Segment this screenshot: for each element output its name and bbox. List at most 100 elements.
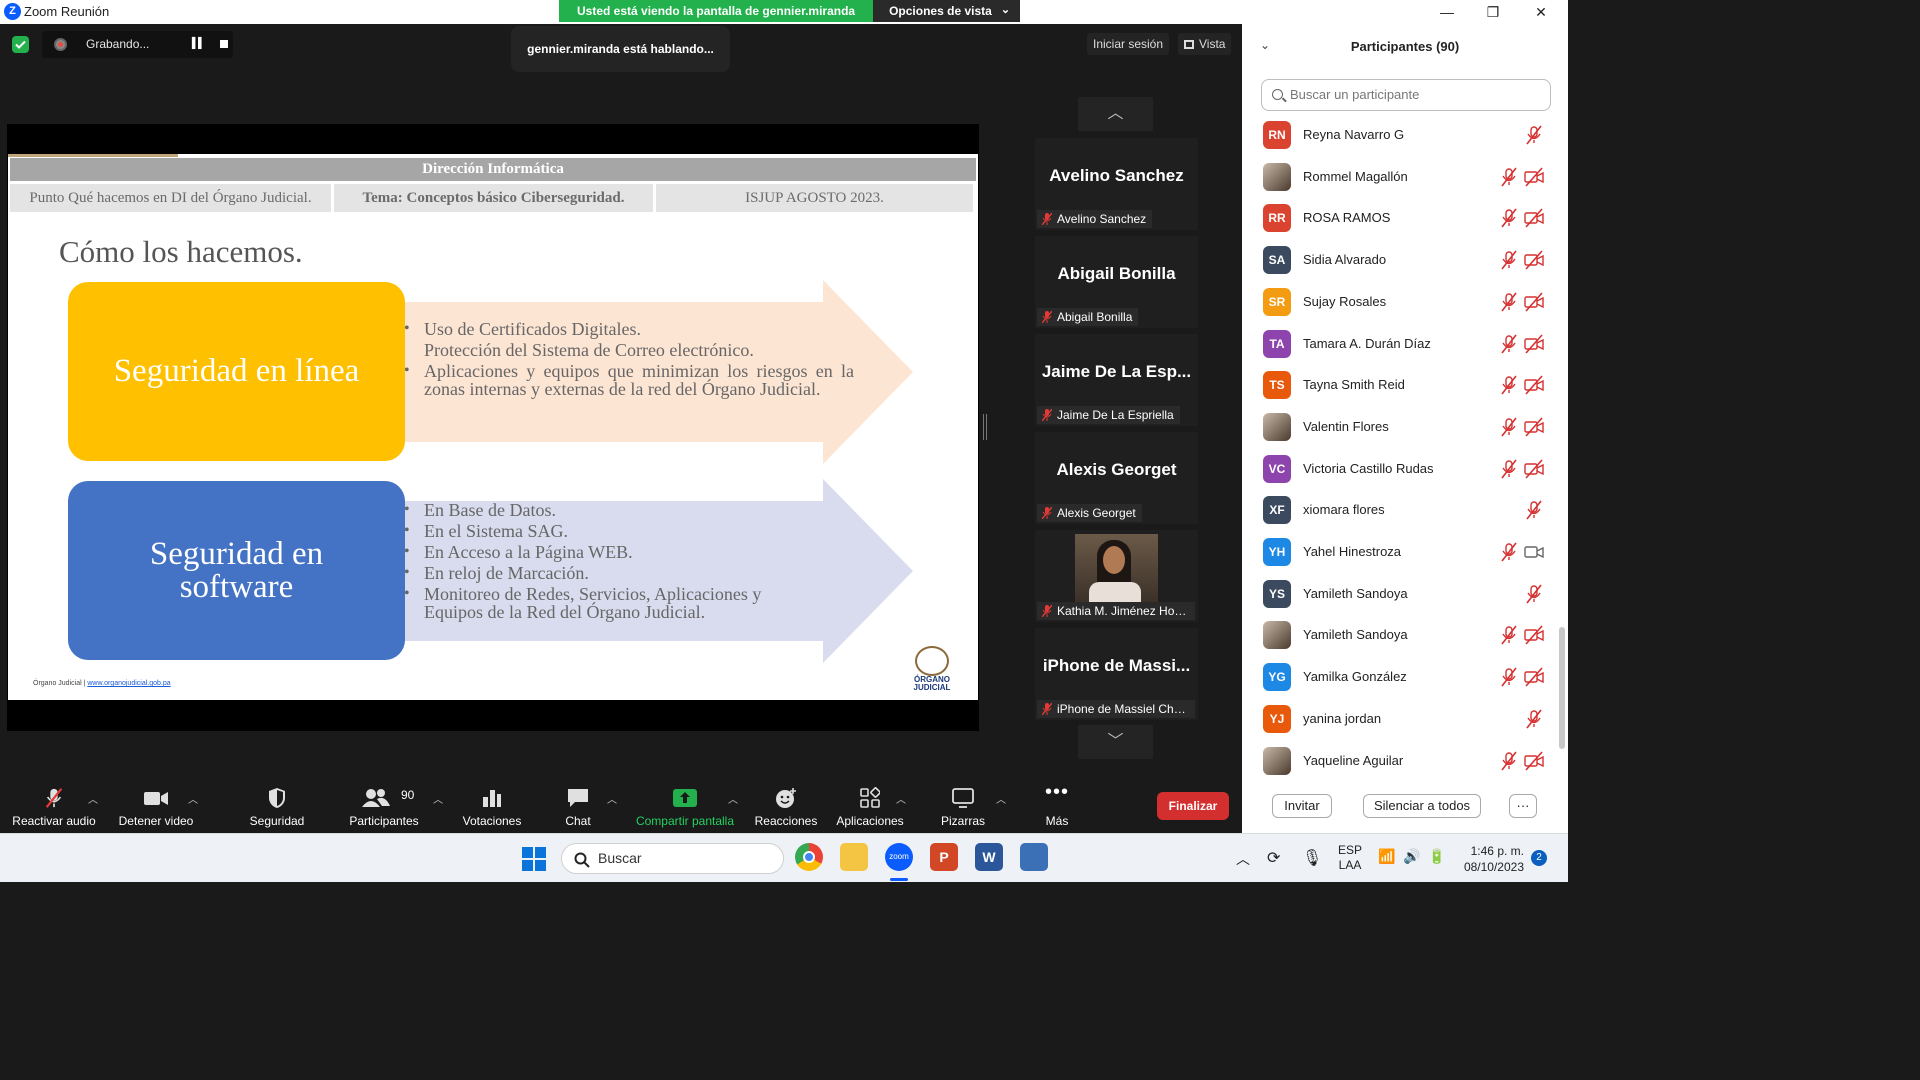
taskbar-search[interactable]: Buscar [561,843,784,874]
muted-mic-icon [1042,703,1052,715]
windows-taskbar: Buscar zoom P W ︿ ⟳ 🎙 ESP LAA 📶 🔊 🔋 1:46 … [0,833,1568,882]
invite-button[interactable]: Invitar [1272,794,1332,818]
participant-avatar: YG [1263,663,1291,692]
end-meeting-button[interactable]: Finalizar [1157,792,1229,820]
chat-button[interactable]: Chat [553,781,603,833]
participant-row[interactable]: Valentin Flores [1242,407,1568,448]
bullet-item: En reloj de Marcación. [404,564,824,582]
participant-avatar: TS [1263,371,1291,400]
muted-mic-icon [1499,167,1519,187]
unmute-audio-label: Reactivar audio [12,814,96,828]
chrome-icon[interactable] [795,843,823,871]
encryption-shield-icon[interactable] [12,36,29,53]
remote-desktop-icon[interactable] [1020,843,1048,871]
word-icon[interactable]: W [975,843,1003,871]
participant-name: Yaqueline Aguilar [1303,752,1404,768]
muted-mic-icon [1524,709,1544,729]
close-button[interactable]: ✕ [1526,2,1556,22]
participant-row[interactable]: TS Tayna Smith Reid [1242,365,1568,406]
video-thumbnail[interactable]: iPhone de Massi... iPhone de Massiel Chá… [1035,628,1198,720]
volume-icon[interactable]: 🔊 [1403,848,1420,865]
participant-avatar [1263,412,1291,441]
muted-mic-icon [1499,667,1519,687]
participant-row[interactable]: YH Yahel Hinestroza [1242,532,1568,573]
participant-name: Yamilka González [1303,669,1407,685]
participant-search-input[interactable]: Buscar un participante [1261,79,1551,111]
participant-row[interactable]: SR Sujay Rosales [1242,282,1568,323]
scroll-down-button[interactable]: ﹀ [1078,725,1153,759]
reactions-button[interactable]: Reacciones [752,781,820,833]
more-dots-icon: ••• [1044,781,1070,803]
microphone-icon[interactable]: 🎙 [1302,848,1322,868]
participants-button[interactable]: 90 Participantes [343,781,425,833]
zoom-app-icon[interactable]: zoom [885,843,913,871]
whiteboards-label: Pizarras [940,814,985,828]
thumbnail-tag: Avelino Sanchez [1037,210,1153,228]
file-explorer-icon[interactable] [840,843,868,871]
participant-row[interactable]: Rommel Magallón [1242,157,1568,198]
participant-row[interactable]: YG Yamilka González [1242,657,1568,698]
restore-button[interactable]: ❐ [1478,2,1508,22]
polls-button[interactable]: Votaciones [457,781,527,833]
audio-options-caret[interactable]: ︿ [88,791,98,806]
muted-mic-icon [1042,605,1052,617]
slide-footer: Órgano Judicial | www.organojudicial.gob… [33,680,171,687]
participant-row[interactable]: RN Reyna Navarro G [1242,115,1568,156]
participant-row[interactable]: XF xiomara flores [1242,490,1568,531]
powerpoint-icon[interactable]: P [930,843,958,871]
whiteboards-button[interactable]: Pizarras [932,781,994,833]
video-thumbnail[interactable]: Jaime De La Esp... Jaime De La Espriella [1035,334,1198,426]
resize-handle[interactable] [983,414,987,440]
video-camera-icon [144,792,168,805]
video-off-icon [1524,625,1544,645]
participants-options-caret[interactable]: ︿ [433,791,443,806]
share-options-caret[interactable]: ︿ [728,791,738,806]
sync-icon[interactable]: ⟳ [1267,848,1280,868]
participant-row[interactable]: RR ROSA RAMOS [1242,198,1568,239]
view-options-button[interactable]: Opciones de vista ⌄ [873,0,1021,22]
view-button[interactable]: Vista [1178,33,1232,55]
share-screen-button[interactable]: Compartir pantalla [630,781,740,833]
notification-badge[interactable]: 2 [1531,850,1547,866]
video-off-icon [1524,459,1544,479]
participant-list-scrollbar[interactable] [1559,627,1565,749]
more-label: Más [1045,814,1069,828]
participant-avatar: SR [1263,287,1291,316]
participant-row[interactable]: YS Yamileth Sandoya [1242,574,1568,615]
language-indicator[interactable]: ESP LAA [1338,843,1362,873]
battery-icon[interactable]: 🔋 [1428,848,1445,865]
video-thumbnail[interactable]: Alexis Georget Alexis Georget [1035,432,1198,524]
video-thumbnail[interactable]: Abigail Bonilla Abigail Bonilla [1035,236,1198,328]
muted-mic-icon [1499,250,1519,270]
mute-all-button[interactable]: Silenciar a todos [1363,794,1481,818]
clock[interactable]: 1:46 p. m. 08/10/2023 [1460,843,1524,875]
minimize-button[interactable]: — [1432,2,1462,22]
participant-row[interactable]: TA Tamara A. Durán Díaz [1242,324,1568,365]
unmute-audio-button[interactable]: Reactivar audio [8,781,100,833]
thumbnail-tag: iPhone de Massiel Chá... [1037,700,1195,718]
participant-row[interactable]: VC Victoria Castillo Rudas [1242,449,1568,490]
apps-button[interactable]: Aplicaciones [832,781,908,833]
video-options-caret[interactable]: ︿ [188,791,198,806]
sign-in-button[interactable]: Iniciar sesión [1087,33,1170,55]
participant-row[interactable]: YJ yanina jordan [1242,699,1568,740]
participant-avatar: XF [1263,496,1291,525]
windows-start-icon[interactable] [522,847,546,871]
stop-video-button[interactable]: Detener video [113,781,199,833]
apps-options-caret[interactable]: ︿ [896,791,906,806]
scroll-up-button[interactable]: ︿ [1078,97,1153,131]
tray-overflow-chevron-icon[interactable]: ︿ [1236,849,1250,869]
video-thumbnail[interactable]: Kathia M. Jiménez Hos... [1035,530,1198,622]
wifi-icon[interactable]: 📶 [1378,848,1395,865]
stop-recording-button[interactable] [214,33,236,55]
video-thumbnail[interactable]: Avelino Sanchez Avelino Sanchez [1035,138,1198,230]
participant-row[interactable]: Yamileth Sandoya [1242,615,1568,656]
whiteboards-options-caret[interactable]: ︿ [996,791,1006,806]
panel-more-button[interactable]: ··· [1509,794,1537,818]
security-button[interactable]: Seguridad [240,781,314,833]
participant-row[interactable]: SA Sidia Alvarado [1242,240,1568,281]
pause-recording-button[interactable]: ▌▌ [187,33,209,55]
more-button[interactable]: ••• Más [1035,781,1079,833]
chat-options-caret[interactable]: ︿ [607,791,617,806]
participant-row[interactable]: Yaqueline Aguilar [1242,741,1568,782]
